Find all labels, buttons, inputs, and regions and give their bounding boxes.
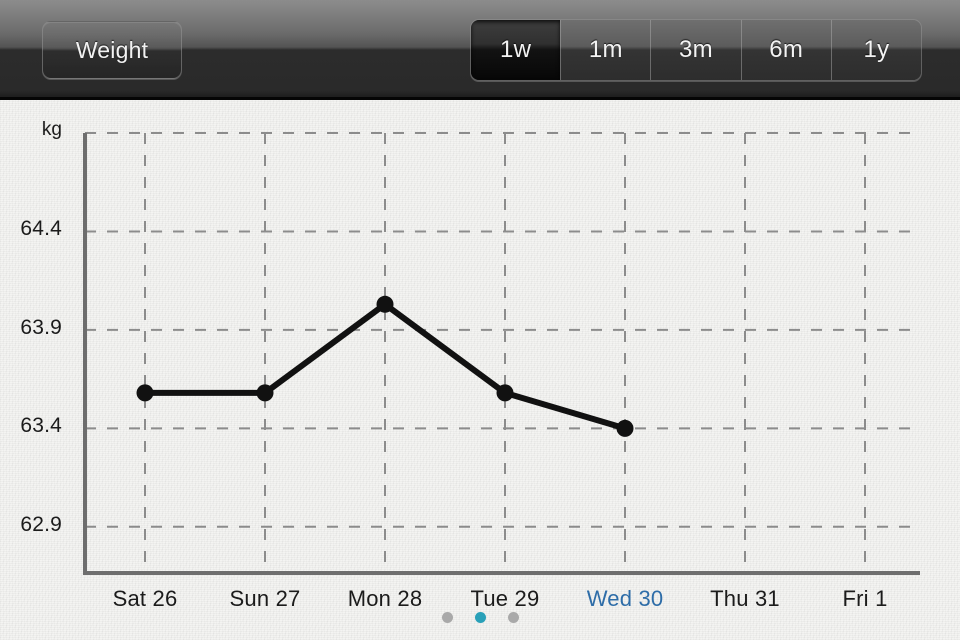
time-range-segment-label: 1w: [499, 36, 532, 63]
time-range-segment-3m[interactable]: 3m: [650, 20, 741, 80]
time-range-segment-label: 1y: [863, 36, 890, 63]
weight-chart-screen: Weight 1w 1m 3m 6m 1y kg 64.4 63.9 63.4 62.9 Sat…: [0, 0, 960, 640]
data-point-marker[interactable]: [496, 384, 514, 402]
y-axis-tick-label: 63.9: [20, 315, 62, 339]
time-range-segment-1w[interactable]: 1w: [471, 20, 561, 80]
data-point-marker[interactable]: [376, 295, 394, 313]
x-axis-tick-label: Sun 27: [229, 586, 301, 611]
x-axis-tick-label: Thu 31: [710, 586, 780, 611]
metric-selector-button[interactable]: Weight: [42, 21, 182, 79]
time-range-segment-label: 3m: [679, 36, 713, 63]
chart-axes: [83, 133, 920, 575]
x-axis-tick-label: Mon 28: [347, 586, 423, 611]
x-axis-tick-label: Tue 29: [470, 586, 540, 611]
data-point-marker[interactable]: [256, 384, 274, 402]
page-indicator-dots[interactable]: [0, 612, 960, 623]
time-range-segment-1y[interactable]: 1y: [830, 20, 921, 80]
y-axis-unit-label: kg: [41, 119, 62, 140]
x-axis-tick-label: Fri 1: [842, 586, 888, 611]
y-axis-tick-label: 62.9: [20, 512, 62, 536]
page-dot-active[interactable]: [474, 612, 486, 623]
page-dot[interactable]: [507, 612, 519, 623]
y-axis-tick-label: 63.4: [20, 414, 62, 438]
time-range-segmented-control[interactable]: 1w 1m 3m 6m 1y: [470, 19, 922, 81]
data-point-marker[interactable]: [616, 419, 634, 437]
y-axis-tick-label: 64.4: [20, 217, 62, 241]
time-range-segment-label: 1m: [588, 36, 623, 63]
time-range-segment-6m[interactable]: 6m: [740, 20, 831, 80]
top-toolbar: Weight 1w 1m 3m 6m 1y: [0, 0, 960, 100]
chart-panel: kg 64.4 63.9 63.4 62.9 Sat 26 Sun 27 Mon 28 Tue…: [0, 100, 960, 640]
data-line: [142, 301, 628, 432]
weight-line-chart: [83, 132, 920, 575]
time-range-segment-label: 6m: [769, 36, 804, 63]
metric-selector-label: Weight: [75, 36, 149, 63]
time-range-segment-1m[interactable]: 1m: [560, 20, 651, 80]
page-dot[interactable]: [441, 612, 453, 623]
data-point-marker[interactable]: [136, 384, 154, 402]
x-axis-tick-label: Sat 26: [112, 586, 178, 611]
x-axis-tick-label: Wed 30: [586, 586, 664, 611]
